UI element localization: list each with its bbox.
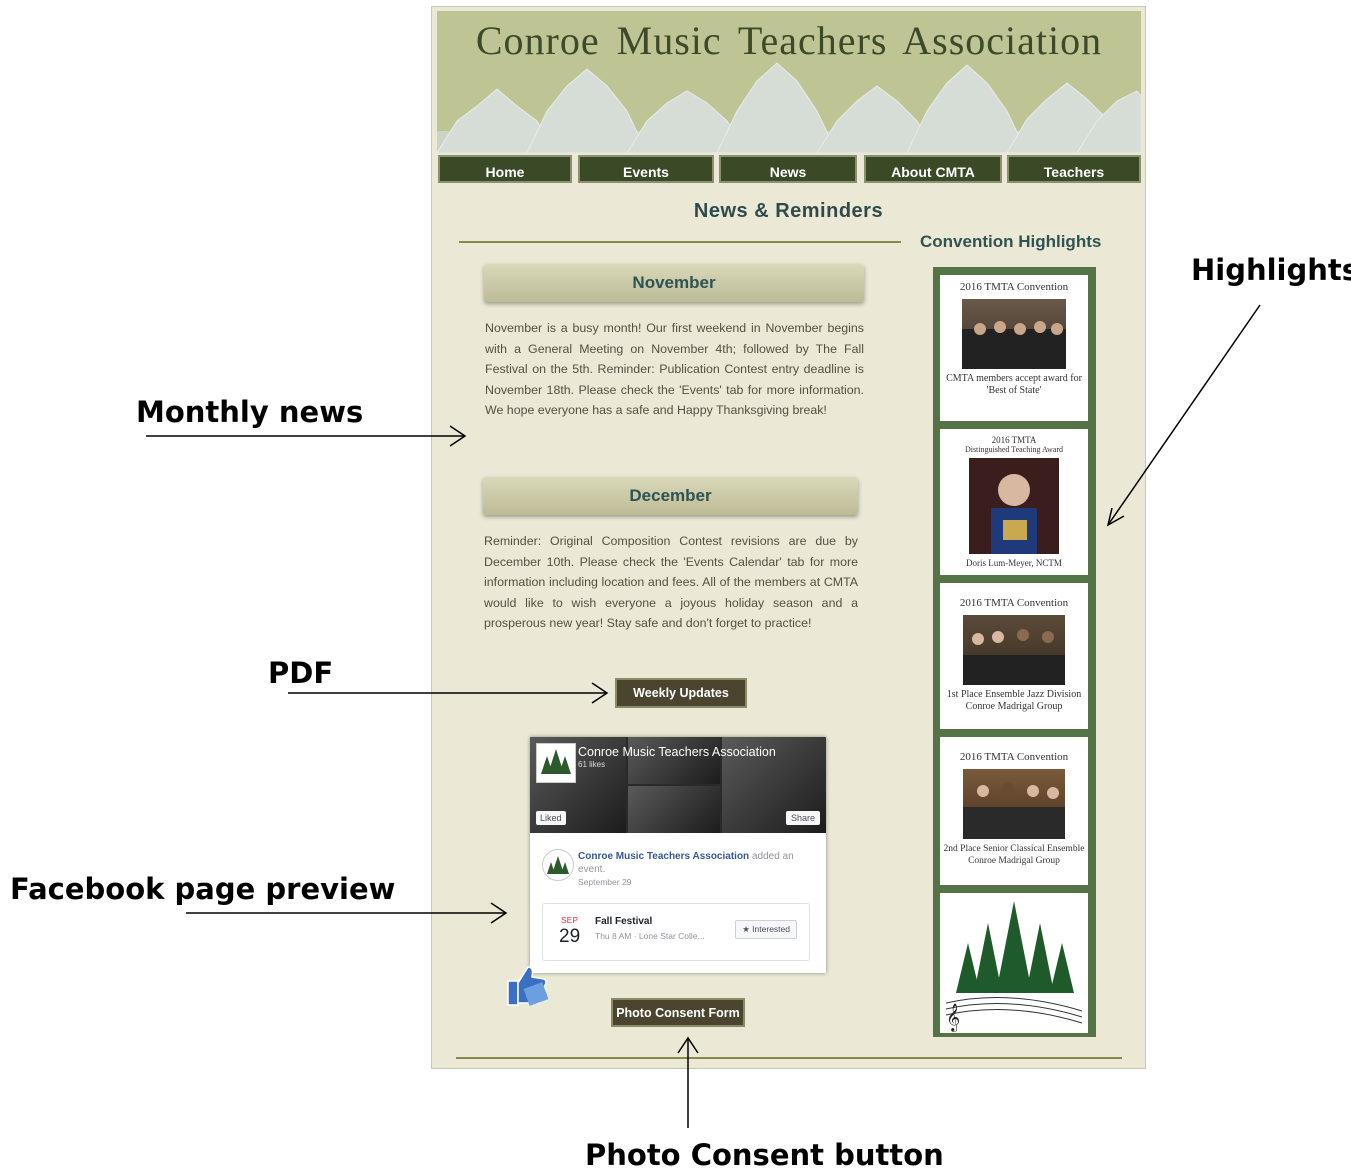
annotation-arrows [146,304,1261,1128]
